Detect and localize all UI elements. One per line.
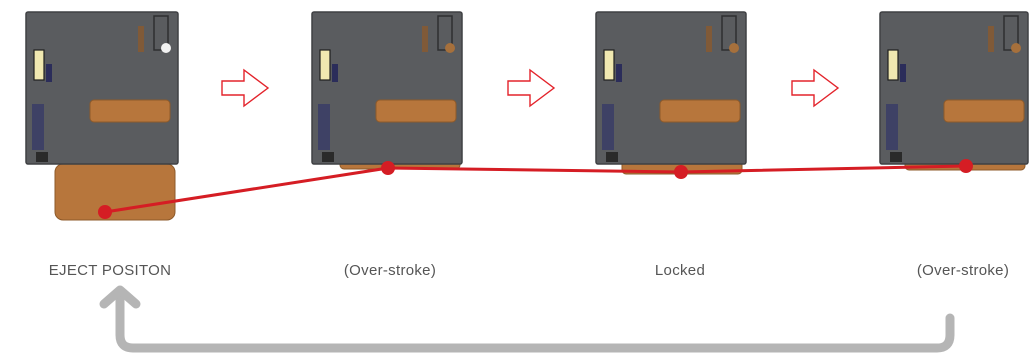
connector-stage-2 <box>311 11 463 170</box>
position-marker-1 <box>98 205 112 219</box>
card-window <box>943 99 1025 123</box>
latch-slider <box>988 26 994 52</box>
side-contacts <box>886 104 898 150</box>
solder-tab <box>606 152 618 162</box>
hollow-right-arrow-icon-3 <box>791 68 840 108</box>
connector-stage-4 <box>879 11 1029 171</box>
latch-pin <box>729 43 739 53</box>
latch-slider <box>706 26 712 52</box>
stage-label-over-stroke-1: (Over-stroke) <box>343 262 437 279</box>
hollow-right-arrow-icon-2 <box>507 68 556 108</box>
latch-slider <box>422 26 428 52</box>
push-push-card-connector-diagram <box>25 11 1029 353</box>
switch-contact <box>616 64 622 82</box>
connector-housing <box>879 11 1029 165</box>
card-travel-path <box>104 164 967 214</box>
latch-slider <box>138 26 144 52</box>
side-contacts <box>602 104 614 150</box>
switch-contact <box>900 64 906 82</box>
hollow-right-arrow-icon-1 <box>221 68 270 108</box>
detect-switch <box>887 49 899 81</box>
solder-tab <box>322 152 334 162</box>
latch-pin <box>161 43 171 53</box>
side-contacts <box>318 104 330 150</box>
stage-label-over-stroke-2: (Over-stroke) <box>916 262 1010 279</box>
connector-stages <box>25 11 1029 221</box>
detect-switch <box>603 49 615 81</box>
stage-label-eject: EJECT POSITON <box>48 262 172 279</box>
position-marker-4 <box>959 159 973 173</box>
stage-label-locked: Locked <box>654 262 706 279</box>
side-contacts <box>32 104 44 150</box>
connector-housing <box>25 11 179 165</box>
card-window <box>659 99 741 123</box>
solder-tab <box>890 152 902 162</box>
connector-stage-1 <box>25 11 179 221</box>
switch-contact <box>332 64 338 82</box>
latch-pin <box>1011 43 1021 53</box>
connector-housing <box>595 11 747 165</box>
position-marker-3 <box>674 165 688 179</box>
detect-switch <box>319 49 331 81</box>
return-loop-arrow-icon <box>115 295 955 353</box>
card-window <box>375 99 457 123</box>
switch-contact <box>46 64 52 82</box>
latch-pin <box>445 43 455 53</box>
card-window <box>89 99 171 123</box>
detect-switch <box>33 49 45 81</box>
position-marker-2 <box>381 161 395 175</box>
solder-tab <box>36 152 48 162</box>
connector-housing <box>311 11 463 165</box>
connector-stage-3 <box>595 11 747 175</box>
